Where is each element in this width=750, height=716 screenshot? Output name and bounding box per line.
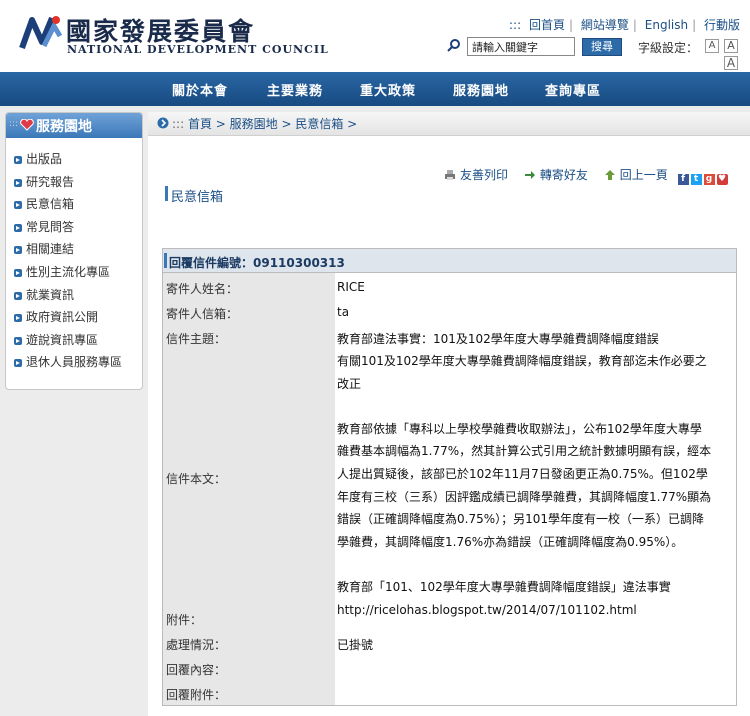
logo-english-title[interactable]: NATIONAL DEVELOPMENT COUNCIL — [67, 43, 329, 56]
sender-email-value: ta — [337, 305, 350, 319]
nav-policy[interactable]: 重大政策 — [360, 80, 416, 99]
twitter-icon[interactable]: t — [690, 174, 702, 185]
sidebar-item-mailbox[interactable]: 民意信箱 — [14, 195, 74, 212]
font-size-large-button[interactable]: A — [724, 56, 738, 70]
sitemap-link[interactable]: 網站導覽 — [581, 18, 629, 32]
subject-label: 信件主題： — [166, 332, 227, 346]
forward-link[interactable]: 轉寄好友 — [540, 168, 588, 182]
nav-query[interactable]: 查詢專區 — [545, 80, 601, 99]
page-tools: 友善列印 轉寄好友 回上一頁 f t g ♥ — [444, 166, 728, 185]
font-size-label: 字級設定： — [638, 41, 699, 55]
nav-business[interactable]: 主要業務 — [267, 80, 323, 99]
print-link[interactable]: 友善列印 — [460, 168, 508, 182]
bullet-icon — [14, 245, 22, 254]
breadcrumb[interactable]: ::: 首頁 > 服務園地 > 民意信箱 > — [172, 115, 357, 132]
breadcrumb-arrow-icon — [157, 117, 169, 129]
search-button[interactable]: 搜尋 — [582, 38, 622, 56]
sender-email-label: 寄件人信箱： — [166, 307, 239, 321]
sidebar-dots: ::: — [9, 119, 19, 129]
bullet-icon — [14, 223, 22, 232]
sidebar-item-gender[interactable]: 性別主流化專區 — [14, 263, 110, 280]
letter-body: 有關101及102學年度大專學雜費調降幅度錯誤，教育部迄未作必要之 改正 教育部… — [337, 354, 712, 617]
sender-name-label: 寄件人姓名： — [166, 282, 239, 296]
sidebar-item-research[interactable]: 研究報告 — [14, 173, 74, 190]
plurk-icon[interactable]: ♥ — [716, 174, 728, 185]
home-link[interactable]: 回首頁 — [529, 18, 565, 32]
google-plus-icon[interactable]: g — [703, 174, 715, 185]
site-header: 國家發展委員會 NATIONAL DEVELOPMENT COUNCIL :::… — [0, 0, 750, 72]
printer-icon — [445, 170, 455, 180]
bullet-icon — [14, 200, 22, 209]
bullet-icon — [14, 155, 22, 164]
subject-value: 教育部違法事實：101及102學年度大專學雜費調降幅度錯誤 — [337, 332, 659, 346]
nav-about[interactable]: 關於本會 — [172, 80, 228, 99]
font-size-small-button[interactable]: A — [705, 39, 719, 53]
reply-number: 回覆信件編號：09110300313 — [169, 256, 345, 270]
sidebar: ::: 服務園地 出版品 研究報告 民意信箱 常見問答 相關連結 性別主流化專區… — [5, 112, 143, 390]
body-label: 信件本文： — [166, 472, 227, 486]
top-links: ::: 回首頁 | 網站導覽 | English | 行動版 — [509, 18, 740, 32]
reply-content-label: 回覆內容： — [166, 663, 227, 677]
sidebar-item-gov-info[interactable]: 政府資訊公開 — [14, 308, 98, 325]
sender-name-value: RICE — [337, 280, 365, 294]
sidebar-item-links[interactable]: 相關連結 — [14, 240, 74, 257]
sidebar-item-publications[interactable]: 出版品 — [14, 150, 62, 167]
facebook-icon[interactable]: f — [677, 174, 689, 185]
search-icon — [447, 39, 460, 52]
bullet-icon — [14, 358, 22, 367]
back-link[interactable]: 回上一頁 — [620, 168, 668, 182]
heart-icon — [20, 119, 34, 131]
reply-attachment-label: 回覆附件： — [166, 688, 227, 702]
sidebar-item-retirees[interactable]: 退休人員服務專區 — [14, 353, 122, 370]
sidebar-header: ::: 服務園地 — [6, 113, 142, 138]
bullet-icon — [14, 291, 22, 300]
page-title: 民意信箱 — [171, 190, 224, 205]
bullet-icon — [14, 178, 22, 187]
sidebar-item-lobbying[interactable]: 遊說資訊專區 — [14, 331, 98, 348]
sidebar-item-jobs[interactable]: 就業資訊 — [14, 286, 74, 303]
font-size-medium-button[interactable]: A — [724, 39, 738, 53]
ndc-logo-icon[interactable] — [18, 12, 64, 54]
redacted-email-blur — [352, 305, 446, 321]
back-icon — [604, 170, 615, 180]
forward-icon — [524, 171, 535, 179]
english-link[interactable]: English — [645, 18, 688, 32]
attachment-label: 附件： — [166, 613, 203, 627]
sidebar-title: 服務園地 — [36, 119, 92, 135]
mobile-link[interactable]: 行動版 — [704, 18, 740, 32]
search-input[interactable] — [467, 37, 575, 56]
status-value: 已掛號 — [337, 638, 374, 652]
status-label: 處理情況： — [166, 638, 227, 652]
nav-services[interactable]: 服務園地 — [453, 80, 509, 99]
page-title-bar — [165, 186, 168, 201]
sidebar-item-faq[interactable]: 常見問答 — [14, 218, 74, 235]
top-links-dots: ::: — [509, 18, 522, 32]
bullet-icon — [14, 336, 22, 345]
reply-header-bar — [164, 253, 167, 268]
main-nav: 關於本會 主要業務 重大政策 服務園地 查詢專區 — [0, 72, 750, 106]
bullet-icon — [14, 313, 22, 322]
bullet-icon — [14, 268, 22, 277]
